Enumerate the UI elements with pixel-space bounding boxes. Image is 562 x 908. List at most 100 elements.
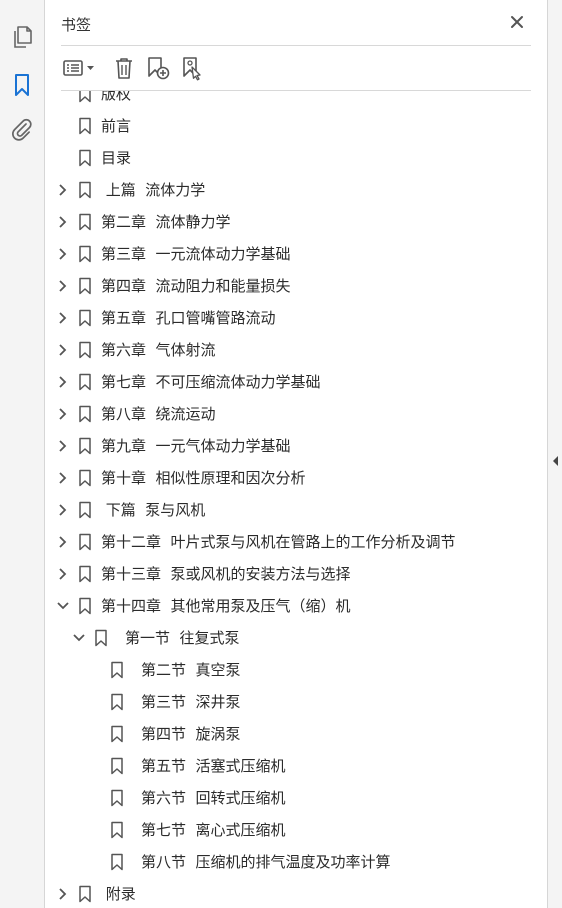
bookmark-icon	[79, 533, 91, 551]
chevron-right-icon[interactable]	[56, 471, 70, 485]
bookmark-label: 第三节 深井泵	[141, 693, 241, 711]
bookmark-label: 第四节 旋涡泵	[141, 725, 241, 743]
bookmark-item[interactable]: 第十二章 叶片式泵与风机在管路上的工作分析及调节	[45, 526, 521, 558]
bookmark-icon	[95, 629, 107, 647]
bookmark-label: 第六节 回转式压缩机	[141, 789, 286, 807]
bookmark-item[interactable]: 第三章 一元流体动力学基础	[45, 238, 521, 270]
bookmark-item[interactable]: 附录	[45, 878, 521, 908]
bookmark-label: 第十四章 其他常用泵及压气（缩）机	[101, 597, 351, 615]
chevron-right-icon[interactable]	[56, 375, 70, 389]
bookmark-label: 目录	[101, 149, 132, 167]
bookmark-label: 第二章 流体静力学	[101, 213, 231, 231]
bookmark-icon	[79, 565, 91, 583]
bookmark-item[interactable]: 第八节 压缩机的排气温度及功率计算	[45, 846, 521, 878]
bookmark-label: 第七节 离心式压缩机	[141, 821, 286, 839]
bookmark-label: 第四章 流动阻力和能量损失	[101, 277, 291, 295]
new-bookmark-icon[interactable]	[144, 54, 172, 82]
bookmark-item[interactable]: 版权	[45, 91, 521, 110]
bookmark-icon	[79, 597, 91, 615]
bookmark-icon	[79, 469, 91, 487]
bookmark-icon[interactable]	[9, 72, 35, 98]
bookmark-item[interactable]: 第七章 不可压缩流体动力学基础	[45, 366, 521, 398]
bookmark-list: 版权前言目录 上篇 流体力学第二章 流体静力学第三章 一元流体动力学基础 第四章 …	[45, 91, 521, 908]
bookmark-item[interactable]: 前言	[45, 110, 521, 142]
bookmark-label: 第二节 真空泵	[141, 661, 241, 679]
collapse-arrow-icon[interactable]	[552, 455, 560, 467]
bookmark-icon	[111, 661, 123, 679]
delete-icon[interactable]	[112, 54, 136, 82]
divider	[61, 45, 531, 46]
bookmark-icon	[79, 245, 91, 263]
bookmark-icon	[79, 405, 91, 423]
close-icon[interactable]	[507, 12, 527, 32]
options-menu-icon[interactable]	[61, 54, 97, 82]
bookmark-label: 前言	[101, 117, 132, 135]
bookmark-item[interactable]: 第五章 孔口管嘴管路流动	[45, 302, 521, 334]
bookmark-icon	[111, 853, 123, 871]
chevron-right-icon[interactable]	[56, 343, 70, 357]
bookmark-item[interactable]: 第九章 一元气体动力学基础	[45, 430, 521, 462]
bookmark-item[interactable]: 第六章 气体射流	[45, 334, 521, 366]
panel-header: 书签	[45, 0, 547, 46]
pages-icon[interactable]	[9, 24, 35, 50]
chevron-down-icon[interactable]	[72, 631, 86, 645]
chevron-right-icon[interactable]	[56, 183, 70, 197]
chevron-right-icon[interactable]	[56, 503, 70, 517]
attachment-icon[interactable]	[9, 117, 35, 143]
bookmark-icon	[79, 309, 91, 327]
chevron-right-icon[interactable]	[56, 247, 70, 261]
bookmark-item[interactable]: 上篇 流体力学	[45, 174, 521, 206]
bookmark-item[interactable]: 第十三章 泵或风机的安装方法与选择	[45, 558, 521, 590]
bookmark-item[interactable]: 第五节 活塞式压缩机	[45, 750, 521, 782]
bookmark-item[interactable]: 目录	[45, 142, 521, 174]
chevron-right-icon[interactable]	[56, 439, 70, 453]
bookmark-item[interactable]: 第四章 流动阻力和能量损失	[45, 270, 521, 302]
bookmark-label: 第五章 孔口管嘴管路流动	[101, 309, 276, 327]
bookmark-label: 第三章 一元流体动力学基础	[101, 245, 291, 263]
bookmark-icon	[111, 821, 123, 839]
bookmark-item[interactable]: 第三节 深井泵	[45, 686, 521, 718]
bookmark-label: 第一节 往复式泵	[125, 629, 240, 647]
bookmark-item[interactable]: 第一节 往复式泵	[45, 622, 521, 654]
chevron-right-icon[interactable]	[56, 215, 70, 229]
bookmark-icon	[111, 693, 123, 711]
bookmark-icon	[79, 885, 91, 903]
chevron-right-icon[interactable]	[56, 887, 70, 901]
bookmark-icon	[79, 373, 91, 391]
bookmark-item[interactable]: 第七节 离心式压缩机	[45, 814, 521, 846]
bookmark-label: 第八节 压缩机的排气温度及功率计算	[141, 853, 391, 871]
chevron-right-icon[interactable]	[56, 567, 70, 581]
bookmark-icon	[111, 757, 123, 775]
bookmark-item[interactable]: 第二节 真空泵	[45, 654, 521, 686]
right-pane-toggle[interactable]	[547, 0, 562, 908]
bookmark-item[interactable]: 第十章 相似性原理和因次分析	[45, 462, 521, 494]
bookmark-icon	[79, 501, 91, 519]
chevron-right-icon[interactable]	[56, 279, 70, 293]
bookmark-icon	[111, 725, 123, 743]
bookmark-icon	[79, 181, 91, 199]
chevron-down-icon[interactable]	[56, 599, 70, 613]
bookmark-item[interactable]: 第四节 旋涡泵	[45, 718, 521, 750]
bookmark-label: 第五节 活塞式压缩机	[141, 757, 286, 775]
bookmark-icon	[79, 91, 91, 103]
bookmark-item[interactable]: 第六节 回转式压缩机	[45, 782, 521, 814]
bookmark-item[interactable]: 第十四章 其他常用泵及压气（缩）机	[45, 590, 521, 622]
bookmark-item[interactable]: 下篇 泵与风机	[45, 494, 521, 526]
bookmark-item[interactable]: 第八章 绕流运动	[45, 398, 521, 430]
chevron-right-icon[interactable]	[56, 407, 70, 421]
bookmark-label: 第十二章 叶片式泵与风机在管路上的工作分析及调节	[101, 533, 456, 551]
panel-title: 书签	[61, 16, 92, 34]
chevron-right-icon[interactable]	[56, 535, 70, 549]
bookmark-from-structure-icon[interactable]	[179, 54, 207, 82]
bookmark-icon	[111, 789, 123, 807]
bookmark-icon	[79, 277, 91, 295]
bookmark-icon	[79, 149, 91, 167]
bookmark-label: 版权	[101, 91, 132, 103]
bookmark-label: 第十章 相似性原理和因次分析	[101, 469, 306, 487]
chevron-right-icon[interactable]	[56, 311, 70, 325]
bookmark-item[interactable]: 第二章 流体静力学	[45, 206, 521, 238]
bookmark-label: 第六章 气体射流	[101, 341, 216, 359]
bookmark-icon	[79, 437, 91, 455]
bookmark-label: 下篇 泵与风机	[101, 501, 206, 519]
bookmarks-toolbar	[45, 50, 547, 86]
